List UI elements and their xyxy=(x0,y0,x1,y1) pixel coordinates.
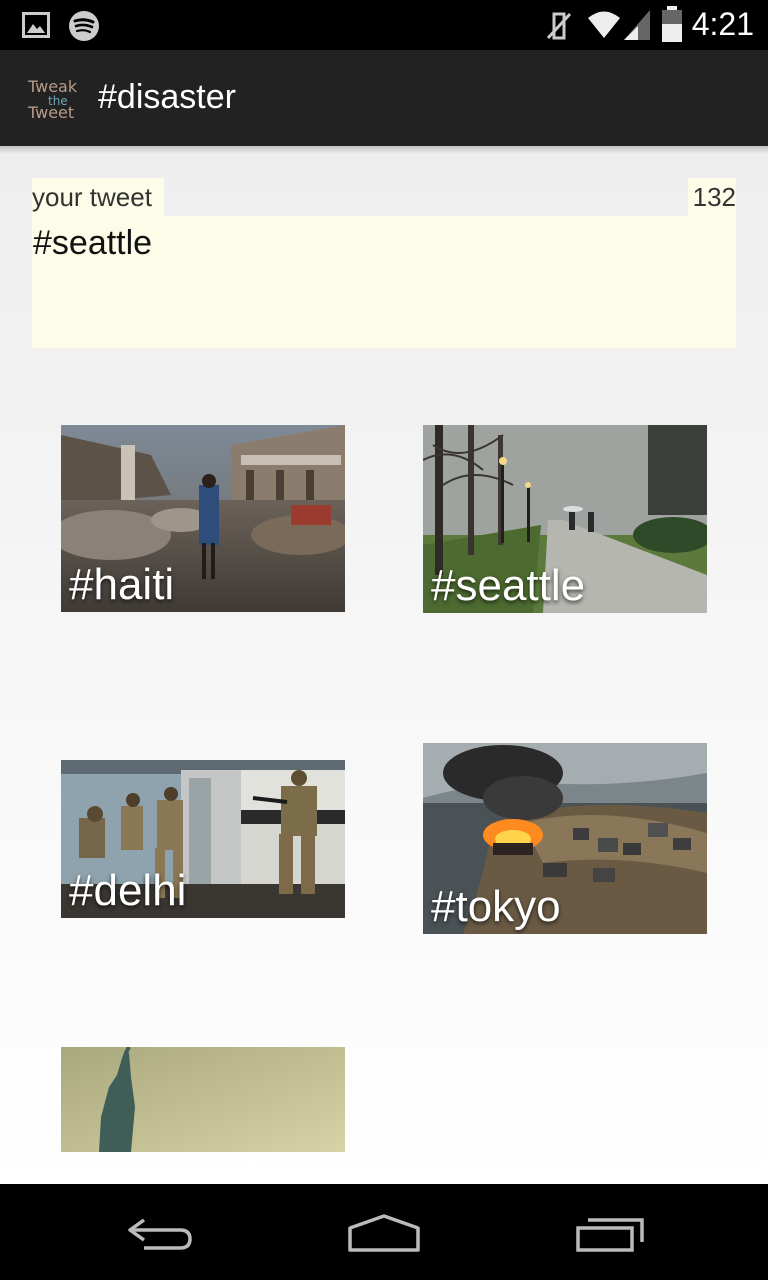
cell-signal-icon xyxy=(624,10,650,40)
tweet-input[interactable]: #seattle xyxy=(32,216,736,348)
main-content[interactable]: your tweet 132 #seattle #haiti #seattle … xyxy=(0,146,768,1184)
tile-label-seattle: #seattle xyxy=(431,561,586,610)
tile-tokyo[interactable]: #tokyo xyxy=(423,743,707,934)
battery-icon xyxy=(662,6,682,42)
gallery-notification-icon xyxy=(22,12,50,38)
tweak-the-tweet-logo-icon[interactable]: Tweak the Tweet xyxy=(26,76,88,120)
status-bar: 4:21 xyxy=(0,0,768,50)
remaining-chars-count: 132 xyxy=(688,178,736,216)
spotify-notification-icon xyxy=(69,11,99,41)
status-clock: 4:21 xyxy=(691,6,754,42)
tile-label-haiti: #haiti xyxy=(69,560,175,609)
svg-text:Tweet: Tweet xyxy=(27,103,74,120)
page-title: #disaster xyxy=(98,78,236,116)
tile-seattle[interactable]: #seattle xyxy=(423,425,707,613)
action-bar: Tweak the Tweet #disaster xyxy=(0,50,768,146)
navigation-bar xyxy=(0,1184,768,1280)
tile-label-tokyo: #tokyo xyxy=(431,882,561,931)
tile-label-delhi: #delhi xyxy=(69,866,187,915)
wifi-icon xyxy=(588,11,620,38)
statue-image xyxy=(61,1047,345,1152)
tile-haiti[interactable]: #haiti xyxy=(61,425,345,612)
home-icon[interactable] xyxy=(346,1214,422,1254)
action-bar-shadow xyxy=(0,146,768,154)
tile-delhi[interactable]: #delhi xyxy=(61,760,345,918)
tile-partial[interactable] xyxy=(61,1047,345,1152)
back-icon[interactable] xyxy=(124,1214,196,1254)
tweet-label: your tweet xyxy=(32,178,164,216)
vibrate-muted-icon xyxy=(546,12,572,40)
recent-apps-icon[interactable] xyxy=(574,1214,646,1254)
